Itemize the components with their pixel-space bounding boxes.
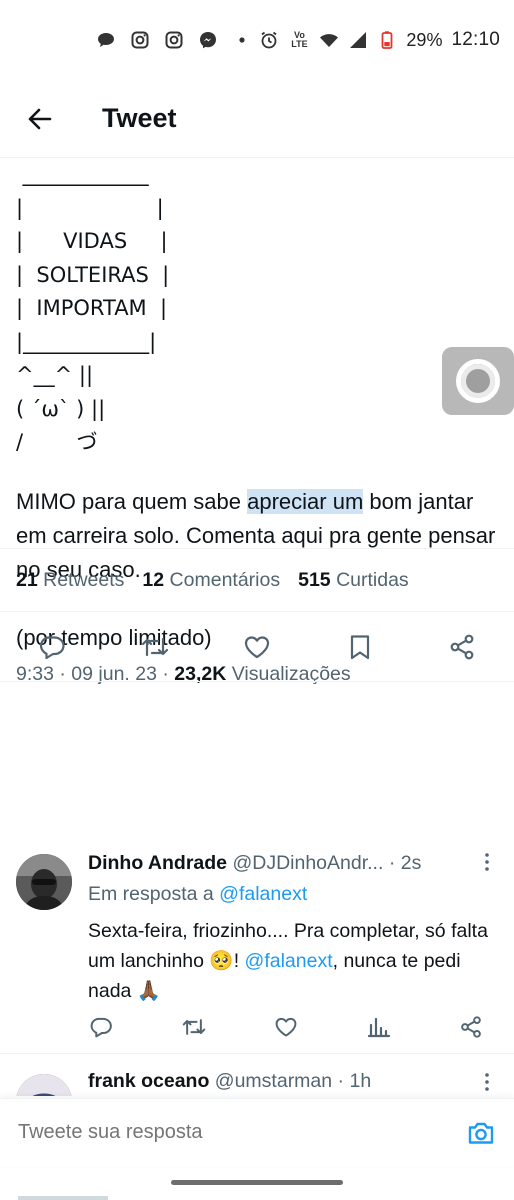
share-icon	[461, 1016, 481, 1038]
likes-count: 515	[298, 568, 331, 591]
reply-retweet-button[interactable]	[181, 1014, 207, 1040]
analytics-icon	[367, 1017, 390, 1038]
reply-header: frank oceano @umstarman · 1h	[88, 1070, 474, 1093]
tweet-actions	[0, 612, 514, 682]
comments-label: Comentários	[169, 568, 281, 591]
bookmark-button[interactable]	[344, 631, 376, 663]
like-button[interactable]	[241, 631, 273, 663]
top-app-bar: Tweet	[0, 80, 514, 158]
user-photo-icon	[16, 854, 72, 910]
retweet-icon	[182, 1019, 205, 1035]
more-vertical-icon	[485, 1073, 489, 1091]
mention-link[interactable]: @falanext	[245, 950, 333, 972]
gesture-nav-bar[interactable]	[171, 1180, 343, 1185]
reply-button[interactable]	[36, 631, 68, 663]
selected-text[interactable]: apreciar um	[247, 489, 364, 514]
status-bar: Vo LTE 29% 12:10	[0, 0, 514, 80]
reply-input[interactable]	[18, 1121, 466, 1144]
share-button[interactable]	[446, 631, 478, 663]
reply-header: Dinho Andrade @DJDinhoAndr... · 2s	[88, 852, 474, 875]
tweet-ascii-art: ____________ | | | VIDAS | | SOLTEIRAS |…	[16, 162, 170, 454]
more-options-button[interactable]	[484, 1072, 490, 1092]
more-options-button[interactable]	[484, 852, 490, 872]
alarm-icon	[259, 30, 279, 50]
system-status: Vo LTE 29% 12:10	[259, 29, 500, 51]
avatar[interactable]	[16, 1074, 72, 1096]
avatar[interactable]	[16, 854, 72, 910]
likes-stat[interactable]: 515 Curtidas	[298, 569, 409, 592]
reply-author-name[interactable]: frank oceano	[88, 1070, 209, 1092]
keyboard-peek	[18, 1192, 496, 1200]
reply-actions	[88, 1014, 484, 1040]
comments-stat[interactable]: 12 Comentários	[142, 569, 280, 592]
user-photo-icon	[16, 1074, 72, 1096]
bookmark-icon	[350, 634, 369, 659]
battery-icon	[377, 30, 397, 50]
reply-age: 1h	[349, 1070, 372, 1092]
reply-author-name[interactable]: Dinho Andrade	[88, 852, 227, 874]
retweets-label: Retweets	[43, 568, 125, 591]
notification-icons	[96, 30, 252, 50]
wifi-icon	[319, 30, 339, 50]
volte-icon: Vo LTE	[291, 30, 308, 49]
dot-icon	[232, 30, 252, 50]
reply-to-label: Em resposta a	[88, 883, 214, 905]
tweet-text-part: MIMO para quem sabe	[16, 489, 248, 514]
reply-like-button[interactable]	[273, 1014, 299, 1040]
assistive-touch-icon	[456, 359, 500, 403]
reply-context: Em resposta a @falanext	[88, 883, 307, 906]
reply-author-handle[interactable]: @DJDinhoAndr...	[232, 852, 383, 874]
likes-label: Curtidas	[336, 568, 409, 591]
signal-icon	[348, 30, 368, 50]
floating-assistive-button[interactable]	[442, 347, 514, 415]
instagram-icon	[164, 30, 184, 50]
reply-separator: ·	[337, 1070, 350, 1092]
comments-count: 12	[142, 568, 165, 591]
comment-icon	[39, 635, 65, 659]
clock: 12:10	[451, 29, 500, 50]
retweets-stat[interactable]: 21 Retweets	[16, 569, 124, 592]
peek-line	[18, 1196, 108, 1200]
reply-compose-bar	[0, 1098, 514, 1166]
arrow-left-icon	[28, 108, 52, 129]
retweets-count: 21	[16, 568, 38, 591]
camera-icon	[468, 1122, 494, 1144]
chat-bubble-icon	[96, 30, 116, 50]
camera-button[interactable]	[466, 1118, 496, 1148]
share-icon	[450, 634, 474, 659]
battery-percent: 29%	[406, 29, 443, 50]
retweet-icon	[141, 637, 168, 656]
messenger-icon	[198, 30, 218, 50]
heart-icon	[244, 635, 270, 658]
reply-share-button[interactable]	[458, 1014, 484, 1040]
reply-separator: ·	[388, 852, 401, 874]
reply-views-button[interactable]	[366, 1014, 392, 1040]
instagram-icon	[130, 30, 150, 50]
comment-icon	[90, 1017, 112, 1038]
retweet-button[interactable]	[139, 631, 171, 663]
back-button[interactable]	[18, 97, 62, 141]
tweet-stats: 21 Retweets 12 Comentários 515 Curtidas	[0, 548, 514, 612]
reply-text: Sexta-feira, friozinho.... Pra completar…	[88, 916, 498, 1006]
reply-to-link[interactable]: @falanext	[219, 883, 307, 905]
heart-icon	[275, 1017, 297, 1037]
reply-tweet[interactable]: frank oceano @umstarman · 1h	[0, 1062, 514, 1096]
reply-author-handle[interactable]: @umstarman	[215, 1070, 332, 1092]
page-title: Tweet	[102, 103, 177, 133]
reply-tweet[interactable]: Dinho Andrade @DJDinhoAndr... · 2s Em re…	[0, 838, 514, 1054]
reply-age: 2s	[400, 852, 422, 874]
reply-comment-button[interactable]	[88, 1014, 114, 1040]
more-vertical-icon	[485, 853, 489, 871]
